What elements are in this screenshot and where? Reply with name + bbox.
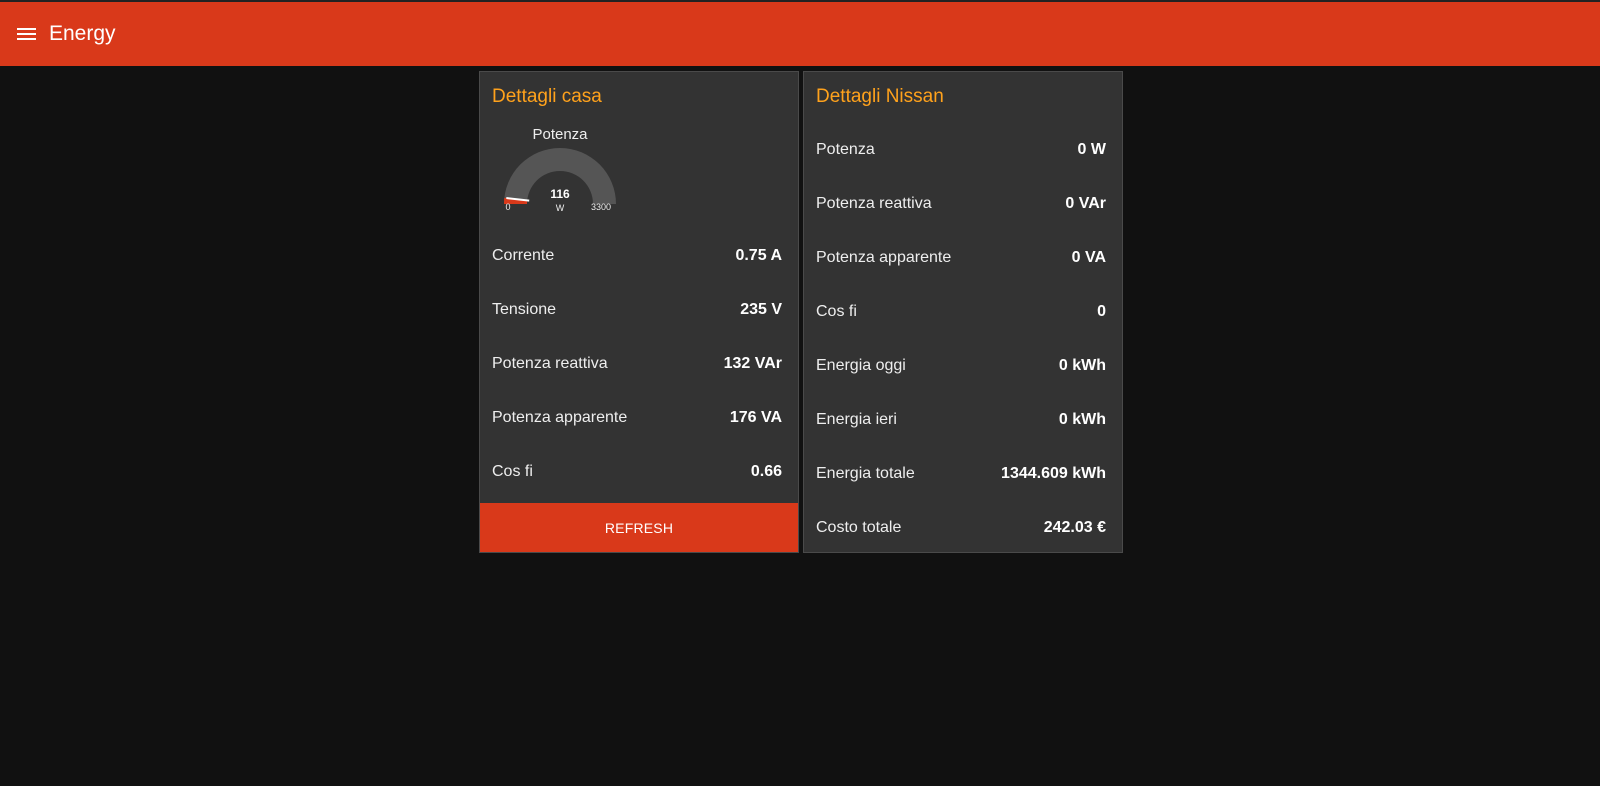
row-label: Potenza apparente (492, 409, 628, 426)
gauge-graphic: 116 W 0 3300 (504, 148, 616, 213)
card-title: Dettagli casa (492, 86, 602, 107)
row-value: 0 kWh (1058, 357, 1106, 374)
row-label: Energia totale (816, 465, 915, 482)
row-potenza-apparente: Potenza apparente 0 VA (816, 246, 1106, 270)
row-value: 0 kWh (1058, 411, 1106, 428)
hamburger-menu-icon[interactable] (17, 25, 39, 43)
row-label: Potenza reattiva (492, 355, 608, 372)
row-corrente: Corrente 0.75 A (492, 244, 782, 268)
row-label: Cos fi (816, 303, 857, 320)
row-value: 176 VA (729, 409, 782, 426)
row-potenza-reattiva: Potenza reattiva 0 VAr (816, 192, 1106, 216)
refresh-button[interactable]: REFRESH (480, 503, 798, 552)
row-costo-totale: Costo totale 242.03 € (816, 516, 1106, 540)
row-potenza-reattiva: Potenza reattiva 132 VAr (492, 352, 782, 376)
row-value: 0.66 (750, 463, 782, 480)
app-title: Energy (49, 22, 116, 45)
menu-bar (17, 28, 36, 30)
row-label: Energia oggi (816, 357, 906, 374)
row-value: 242.03 € (1043, 519, 1106, 536)
row-label: Cos fi (492, 463, 533, 480)
row-label: Tensione (492, 301, 557, 318)
row-label: Potenza (816, 141, 875, 158)
gauge-unit: W (556, 203, 565, 213)
row-energia-ieri: Energia ieri 0 kWh (816, 408, 1106, 432)
row-cos-fi: Cos fi 0 (816, 300, 1106, 324)
potenza-gauge: Potenza 116 W 0 3300 (498, 126, 622, 236)
card-dettagli-casa: Dettagli casa Potenza 116 W 0 3300 Corre… (479, 71, 799, 553)
row-label: Potenza reattiva (816, 195, 932, 212)
row-potenza-apparente: Potenza apparente 176 VA (492, 406, 782, 430)
row-label: Costo totale (816, 519, 902, 536)
menu-bar (17, 38, 36, 40)
row-value: 1344.609 kWh (1001, 465, 1106, 482)
card-title: Dettagli Nissan (816, 86, 944, 107)
row-value: 0 VAr (1065, 195, 1106, 212)
gauge-value: 116 (550, 187, 570, 201)
row-tensione: Tensione 235 V (492, 298, 782, 322)
row-value: 132 VAr (723, 355, 782, 372)
row-energia-oggi: Energia oggi 0 kWh (816, 354, 1106, 378)
card-dettagli-nissan: Dettagli Nissan Potenza 0 W Potenza reat… (803, 71, 1123, 553)
row-potenza: Potenza 0 W (816, 138, 1106, 162)
gauge-min-label: 0 (505, 202, 510, 212)
row-value: 0 (1097, 303, 1106, 320)
gauge-title: Potenza (532, 126, 588, 143)
row-label: Energia ieri (816, 411, 897, 428)
app-header: Energy (0, 0, 1600, 66)
row-value: 235 V (740, 301, 782, 318)
row-cos-fi: Cos fi 0.66 (492, 460, 782, 484)
row-label: Potenza apparente (816, 249, 952, 266)
gauge-max-label: 3300 (591, 202, 611, 212)
row-value: 0 VA (1071, 249, 1106, 266)
row-value: 0 W (1077, 141, 1106, 158)
row-value: 0.75 A (735, 247, 782, 264)
row-label: Corrente (492, 247, 555, 264)
row-energia-totale: Energia totale 1344.609 kWh (816, 462, 1106, 486)
menu-bar (17, 33, 36, 35)
